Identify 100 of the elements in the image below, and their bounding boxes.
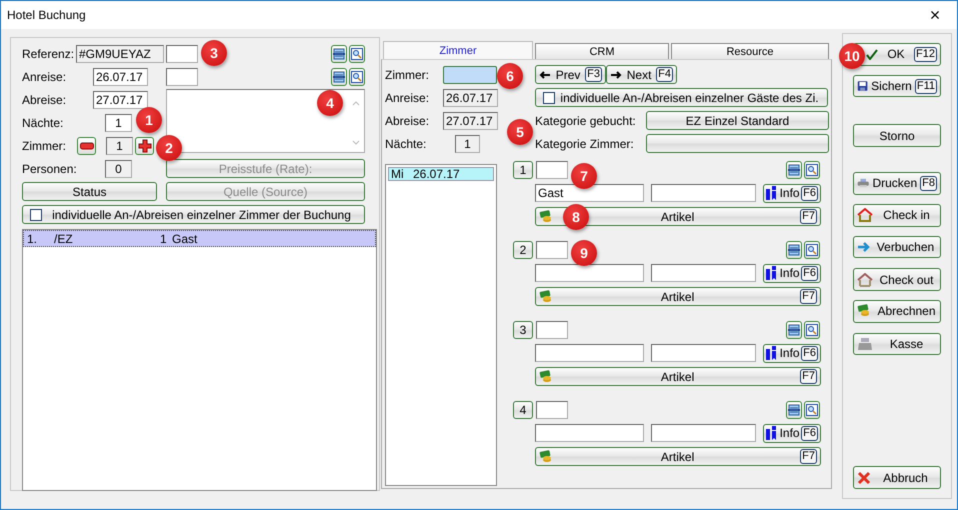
- close-button[interactable]: ×: [913, 1, 957, 29]
- tab[interactable]: Resource: [671, 43, 829, 59]
- callout-marker: 1: [136, 107, 162, 133]
- input-field[interactable]: [166, 44, 198, 62]
- field-label: Zimmer:: [22, 138, 67, 152]
- action-button[interactable]: Drucken F8: [853, 172, 941, 195]
- room-list-row[interactable]: 1. /EZ 1 Gast: [23, 230, 376, 247]
- guest-number-button[interactable]: 1: [513, 161, 533, 179]
- right-arrow-icon: [610, 70, 622, 78]
- field-label: Referenz:: [22, 46, 76, 60]
- info-icon: [766, 186, 778, 200]
- input-field[interactable]: [536, 401, 568, 419]
- window-title: Hotel Buchung: [7, 8, 86, 22]
- action-button[interactable]: Check in: [853, 204, 941, 227]
- articles-button[interactable]: Artikel F7: [535, 367, 821, 386]
- status-button[interactable]: Status: [22, 182, 157, 201]
- guest-name-field[interactable]: [535, 344, 644, 362]
- search-icon[interactable]: [804, 161, 820, 179]
- action-button[interactable]: Storno: [853, 124, 941, 148]
- right-arrow-icon: [857, 240, 871, 253]
- search-icon[interactable]: [349, 68, 365, 86]
- callout-marker: 10: [839, 43, 865, 69]
- input-field[interactable]: [166, 68, 198, 86]
- next-button[interactable]: Next F4: [606, 65, 677, 84]
- info-button[interactable]: Info F6: [763, 264, 821, 282]
- field-label: Nächte:: [385, 136, 428, 150]
- list-icon[interactable]: [331, 68, 347, 86]
- checkbox[interactable]: [30, 208, 42, 220]
- nights-field[interactable]: 1: [455, 134, 480, 152]
- articles-button[interactable]: Artikel F7: [535, 447, 821, 466]
- field-label: Abreise:: [22, 92, 68, 106]
- callout-marker: 2: [156, 135, 182, 161]
- guest-name-field[interactable]: [535, 264, 644, 282]
- input-field[interactable]: [651, 344, 756, 362]
- list-icon[interactable]: [786, 161, 802, 179]
- callout-marker: 3: [201, 40, 227, 66]
- field-label: Personen:: [22, 162, 78, 176]
- list-icon[interactable]: [786, 241, 802, 259]
- input-field[interactable]: [536, 241, 568, 259]
- field-label: Abreise:: [385, 114, 430, 128]
- input-field[interactable]: [651, 264, 756, 282]
- category-button[interactable]: EZ Einzel Standard: [646, 111, 829, 130]
- individual-rooms-toggle[interactable]: individuelle An-/Abreisen einzelner Zimmer der Buchung: [22, 205, 365, 224]
- date-field[interactable]: 27.07.17: [93, 90, 148, 108]
- guest-name-field[interactable]: [535, 424, 644, 442]
- info-button[interactable]: Info F6: [763, 184, 821, 202]
- room-field[interactable]: [443, 66, 497, 84]
- cash-register-icon: [857, 336, 873, 351]
- minus-icon: [80, 142, 94, 150]
- info-icon: [766, 266, 778, 280]
- reference-field[interactable]: #GM9UEYAZ: [76, 44, 164, 62]
- articles-button[interactable]: Artikel F7: [535, 287, 821, 306]
- guest-name-field[interactable]: Gast: [535, 184, 644, 202]
- action-button[interactable]: Check out: [853, 268, 941, 291]
- tab[interactable]: Zimmer: [383, 41, 533, 59]
- search-icon[interactable]: [349, 44, 365, 62]
- plus-button[interactable]: [135, 136, 154, 154]
- guest-number-button[interactable]: 3: [513, 321, 533, 339]
- search-icon[interactable]: [804, 321, 820, 339]
- action-button[interactable]: Sichern F11: [853, 74, 941, 98]
- individual-guests-toggle[interactable]: individuelle An-/Abreisen einzelner Gäste des Zi.: [535, 88, 828, 107]
- field-label: Anreise:: [385, 90, 430, 104]
- category-button[interactable]: [646, 134, 829, 153]
- list-icon[interactable]: [331, 44, 347, 62]
- field-label: Nächte:: [22, 116, 64, 130]
- info-icon: [766, 426, 778, 440]
- day-list-row[interactable]: Mi 26.07.17: [388, 167, 494, 181]
- tab[interactable]: CRM: [535, 43, 669, 59]
- guest-number-button[interactable]: 2: [513, 241, 533, 259]
- action-button[interactable]: Kasse: [853, 332, 941, 356]
- input-field[interactable]: [536, 321, 568, 339]
- date-field[interactable]: 27.07.17: [443, 112, 498, 130]
- action-button[interactable]: Abbruch: [853, 466, 941, 490]
- persons-field[interactable]: 0: [105, 160, 132, 178]
- list-icon[interactable]: [786, 401, 802, 419]
- house-icon: [857, 272, 873, 287]
- search-icon[interactable]: [804, 401, 820, 419]
- date-field[interactable]: 26.07.17: [93, 68, 148, 86]
- info-button[interactable]: Info F6: [763, 344, 821, 362]
- left-arrow-icon: [539, 70, 551, 78]
- prev-button[interactable]: Prev F3: [535, 65, 606, 84]
- info-icon: [766, 346, 778, 360]
- field-label: Zimmer:: [385, 68, 430, 82]
- input-field[interactable]: [651, 184, 756, 202]
- plus-icon: [138, 138, 152, 152]
- search-icon[interactable]: [804, 241, 820, 259]
- nights-field[interactable]: 1: [105, 114, 132, 132]
- action-button[interactable]: Verbuchen: [853, 236, 941, 258]
- close-icon: [857, 470, 871, 485]
- rooms-field[interactable]: 1: [106, 136, 133, 154]
- date-field[interactable]: 26.07.17: [443, 88, 498, 106]
- minus-button[interactable]: [77, 136, 96, 154]
- check-icon: [866, 48, 878, 60]
- guest-number-button[interactable]: 4: [513, 401, 533, 419]
- input-field[interactable]: [536, 161, 568, 179]
- checkbox[interactable]: [543, 92, 555, 104]
- list-icon[interactable]: [786, 321, 802, 339]
- action-button[interactable]: Abrechnen: [853, 300, 941, 323]
- input-field[interactable]: [651, 424, 756, 442]
- info-button[interactable]: Info F6: [763, 424, 821, 442]
